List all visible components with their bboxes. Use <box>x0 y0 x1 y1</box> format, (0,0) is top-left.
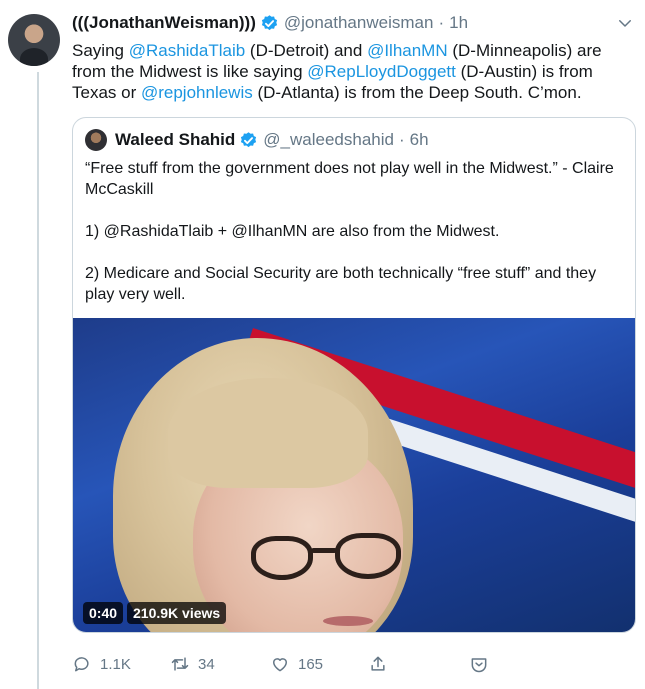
video-player[interactable]: 0:40 210.9K views <box>73 318 635 632</box>
video-duration-badge: 0:40 <box>83 602 124 624</box>
separator-dot: · <box>438 13 445 32</box>
tweet: (((JonathanWeisman))) @jonathanweisman ·… <box>72 8 634 103</box>
mention-link[interactable]: @RashidaTlaib <box>129 41 245 60</box>
video-subject-glasses <box>251 536 313 580</box>
video-subject-glasses-bridge <box>311 548 337 553</box>
retweet-icon <box>171 657 189 671</box>
quoted-timestamp: 6h <box>409 130 429 149</box>
author-avatar[interactable] <box>8 14 60 66</box>
thread-line <box>37 72 39 689</box>
mention-link[interactable]: @IlhanMN <box>367 41 448 60</box>
tweet-text-segment: (D-Atlanta) is from the Deep South. C’mo… <box>252 83 582 102</box>
tweet-activity-button[interactable] <box>469 654 497 674</box>
quoted-author-name: Waleed Shahid <box>115 130 236 149</box>
verified-badge-icon <box>261 14 277 30</box>
tweet-timestamp[interactable]: 1h <box>449 13 468 33</box>
tweet-text-segment: (D-Detroit) and <box>245 41 368 60</box>
video-subject-lips <box>323 616 373 626</box>
author-name[interactable]: (((JonathanWeisman))) <box>72 13 256 33</box>
chevron-down-icon[interactable] <box>616 14 634 32</box>
tweet-header: (((JonathanWeisman))) @jonathanweisman ·… <box>72 8 634 38</box>
video-views-badge: 210.9K views <box>127 602 227 624</box>
retweet-count: 34 <box>198 655 215 673</box>
video-subject-fringe <box>168 378 368 488</box>
tweet-activity-icon <box>471 658 487 673</box>
author-handle[interactable]: @jonathanweisman <box>284 13 434 33</box>
quoted-author-handle: @_waleedshahid <box>263 130 394 149</box>
separator-dot: · <box>398 130 405 149</box>
share-icon <box>371 656 385 671</box>
tweet-actions: 1.1K 34 165 <box>72 654 492 680</box>
tweet-text-segment: Saying <box>72 41 129 60</box>
quoted-author-avatar <box>85 129 107 151</box>
quoted-tweet-header: Waleed Shahid @_waleedshahid · 6h <box>85 128 429 152</box>
mention-link[interactable]: @RepLloydDoggett <box>307 62 456 81</box>
reply-button[interactable]: 1.1K <box>72 654 131 674</box>
heart-icon <box>273 658 287 672</box>
quoted-paragraph: 1) @RashidaTlaib + @IlhanMN are also fro… <box>85 223 500 240</box>
share-button[interactable] <box>368 654 396 674</box>
mention-link[interactable]: @repjohnlewis <box>141 83 253 102</box>
verified-badge-icon <box>241 131 257 147</box>
reply-count: 1.1K <box>100 655 131 673</box>
video-subject-glasses <box>335 533 401 579</box>
like-count: 165 <box>298 655 324 673</box>
quoted-paragraph: 2) Medicare and Social Security are both… <box>85 265 597 303</box>
retweet-button[interactable]: 34 <box>170 654 215 674</box>
like-button[interactable]: 165 <box>270 654 323 674</box>
quoted-tweet[interactable]: Waleed Shahid @_waleedshahid · 6h “Free … <box>72 117 636 633</box>
quoted-tweet-text: “Free stuff from the government does not… <box>85 158 625 326</box>
reply-icon <box>74 657 89 672</box>
quoted-paragraph: “Free stuff from the government does not… <box>85 160 614 198</box>
tweet-text: Saying @RashidaTlaib (D-Detroit) and @Il… <box>72 40 628 103</box>
